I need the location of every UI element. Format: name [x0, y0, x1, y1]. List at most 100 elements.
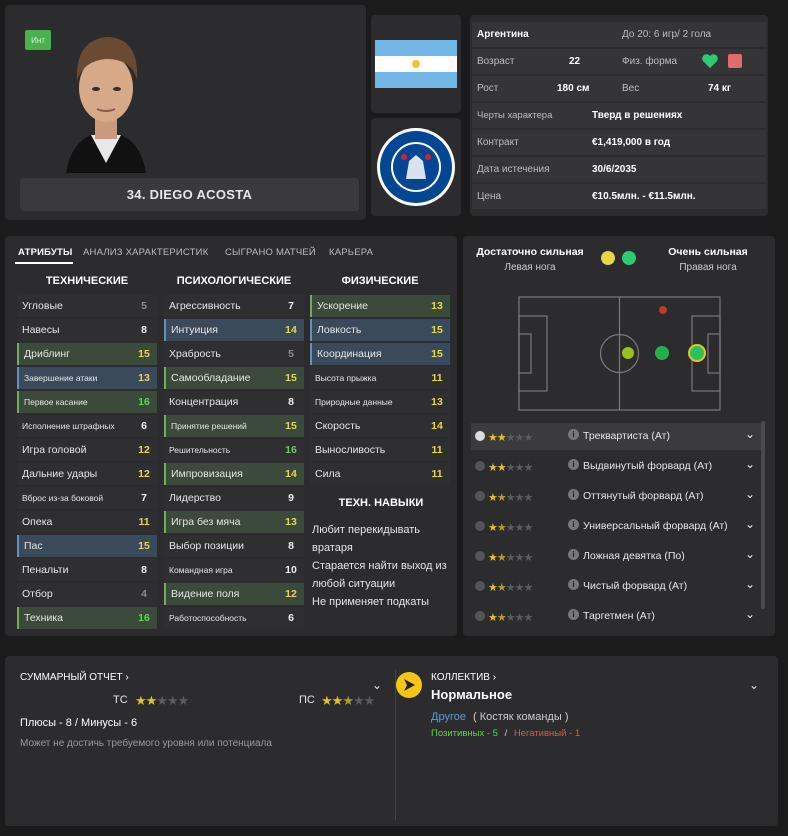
attribute-row[interactable]: Интуиция 14	[164, 319, 304, 341]
attribute-value: 7	[288, 300, 294, 312]
attribute-row[interactable]: Принятие решений 15	[164, 415, 304, 437]
info-nation-row: Аргентина До 20: 6 игр/ 2 гола	[472, 22, 766, 47]
attribute-row[interactable]: Игра головой 12	[17, 439, 157, 461]
attribute-value: 15	[138, 540, 150, 552]
attribute-row[interactable]: Опека 11	[17, 511, 157, 533]
attribute-label: Видение поля	[171, 588, 240, 600]
club-crest-card[interactable]	[371, 118, 461, 216]
role-stars: ★★★★★	[488, 432, 533, 444]
right-foot-level: Очень сильная	[668, 246, 748, 258]
info-icon[interactable]: i	[568, 519, 579, 530]
attribute-row[interactable]: Видение поля 12	[164, 583, 304, 605]
tab-matches[interactable]: СЫГРАНО МАТЧЕЙ	[225, 247, 316, 258]
tab-career[interactable]: КАРЬЕРА	[329, 247, 373, 258]
attribute-row[interactable]: Завершение атаки 13	[17, 367, 157, 389]
role-row[interactable]: ★★★★★ i Выдвинутый форвард (Ат) ⌄	[471, 453, 761, 480]
weight-label: Вес	[622, 83, 640, 94]
attribute-row[interactable]: Игра без мяча 13	[164, 511, 304, 533]
collective-title-link[interactable]: КОЛЛЕКТИВ ›	[431, 672, 496, 683]
role-radio-icon[interactable]	[475, 611, 485, 621]
attribute-row[interactable]: Концентрация 8	[164, 391, 304, 413]
attribute-row[interactable]: Выносливость 11	[310, 439, 450, 461]
physical-title: ФИЗИЧЕСКИЕ	[341, 275, 419, 287]
attribute-row[interactable]: Лидерство 9	[164, 487, 304, 509]
attribute-row[interactable]: Вброс из-за боковой 7	[17, 487, 157, 509]
role-radio-icon[interactable]	[475, 491, 485, 501]
right-foot-label: Правая нога	[679, 262, 737, 273]
attribute-label: Природные данные	[315, 397, 393, 407]
report-title-link[interactable]: СУММАРНЫЙ ОТЧЕТ ›	[20, 672, 129, 683]
chevron-down-icon[interactable]: ⌄	[745, 517, 755, 531]
chevron-down-icon[interactable]: ⌄	[745, 487, 755, 501]
attribute-row[interactable]: Сила 11	[310, 463, 450, 485]
negative-count: Негативный - 1	[513, 728, 581, 739]
role-row[interactable]: ★★★★★ i Оттянутый форвард (Ат) ⌄	[471, 483, 761, 510]
attribute-label: Отбор	[22, 588, 53, 600]
attribute-row[interactable]: Пенальти 8	[17, 559, 157, 581]
attribute-row[interactable]: Ускорение 13	[310, 295, 450, 317]
attribute-label: Угловые	[22, 300, 63, 312]
chevron-down-icon[interactable]: ⌄	[745, 547, 755, 561]
role-row[interactable]: ★★★★★ i Универсальный форвард (Ат) ⌄	[471, 513, 761, 540]
role-row[interactable]: ★★★★★ i Треквартиста (Ат) ⌄	[471, 423, 761, 450]
chevron-down-icon[interactable]: ⌄	[372, 678, 382, 692]
info-icon[interactable]: i	[568, 579, 579, 590]
info-icon[interactable]: i	[568, 609, 579, 620]
attribute-value: 15	[285, 372, 297, 384]
role-row[interactable]: ★★★★★ i Ложная девятка (По) ⌄	[471, 543, 761, 570]
info-icon[interactable]: i	[568, 459, 579, 470]
role-radio-icon[interactable]	[475, 581, 485, 591]
info-icon[interactable]: i	[568, 549, 579, 560]
attribute-row[interactable]: Первое касание 16	[17, 391, 157, 413]
attribute-label: Храбрость	[169, 348, 221, 360]
attribute-row[interactable]: Навесы 8	[17, 319, 157, 341]
attribute-row[interactable]: Дальние удары 12	[17, 463, 157, 485]
info-contract-row[interactable]: Контракт €1,419,000 в год	[472, 130, 766, 155]
chevron-down-icon[interactable]: ⌄	[745, 577, 755, 591]
role-stars: ★★★★★	[488, 492, 533, 504]
role-radio-icon[interactable]	[475, 551, 485, 561]
chevron-down-icon[interactable]: ⌄	[745, 427, 755, 441]
info-icon[interactable]: i	[568, 489, 579, 500]
role-list-scrollbar[interactable]	[761, 421, 765, 609]
role-radio-icon[interactable]	[475, 521, 485, 531]
attribute-label: Первое касание	[24, 397, 88, 407]
attribute-row[interactable]: Природные данные 13	[310, 391, 450, 413]
attribute-row[interactable]: Решительность 16	[164, 439, 304, 461]
role-radio-icon[interactable]	[475, 431, 485, 441]
role-radio-icon[interactable]	[475, 461, 485, 471]
collective-relations: Позитивных - 5 / Негативный - 1	[431, 728, 580, 739]
info-icon[interactable]: i	[568, 429, 579, 440]
left-foot-level: Достаточно сильная	[476, 246, 584, 258]
attribute-row[interactable]: Дриблинг 15	[17, 343, 157, 365]
attribute-row[interactable]: Координация 15	[310, 343, 450, 365]
attribute-row[interactable]: Ловкость 15	[310, 319, 450, 341]
attribute-label: Скорость	[315, 420, 361, 432]
attribute-row[interactable]: Храбрость 5	[164, 343, 304, 365]
attribute-row[interactable]: Отбор 4	[17, 583, 157, 605]
attribute-row[interactable]: Командная игра 10	[164, 559, 304, 581]
attribute-row[interactable]: Техника 16	[17, 607, 157, 629]
attribute-label: Работоспособность	[169, 613, 247, 623]
chevron-down-icon[interactable]: ⌄	[745, 607, 755, 621]
attribute-row[interactable]: Выбор позиции 8	[164, 535, 304, 557]
attribute-row[interactable]: Скорость 14	[310, 415, 450, 437]
attribute-row[interactable]: Высота прыжка 11	[310, 367, 450, 389]
tab-attributes[interactable]: АТРИБУТЫ	[18, 247, 73, 258]
attribute-row[interactable]: Агрессивность 7	[164, 295, 304, 317]
attribute-row[interactable]: Импровизация 14	[164, 463, 304, 485]
nation-value: Аргентина	[477, 29, 529, 40]
tab-analysis[interactable]: АНАЛИЗ ХАРАКТЕРИСТИК	[83, 247, 208, 258]
role-row[interactable]: ★★★★★ i Таргетмен (Ат) ⌄	[471, 603, 761, 630]
attribute-row[interactable]: Самообладание 15	[164, 367, 304, 389]
group-link[interactable]: Другое	[431, 711, 466, 723]
chevron-down-icon[interactable]: ⌄	[745, 457, 755, 471]
pitch-positions-map[interactable]	[518, 296, 721, 411]
role-row[interactable]: ★★★★★ i Чистый форвард (Ат) ⌄	[471, 573, 761, 600]
attribute-row[interactable]: Угловые 5	[17, 295, 157, 317]
info-expiry-row: Дата истечения 30/6/2035	[472, 157, 766, 182]
attribute-row[interactable]: Исполнение штрафных 6	[17, 415, 157, 437]
attribute-row[interactable]: Работоспособность 6	[164, 607, 304, 629]
chevron-down-icon[interactable]: ⌄	[749, 678, 759, 692]
attribute-row[interactable]: Пас 15	[17, 535, 157, 557]
